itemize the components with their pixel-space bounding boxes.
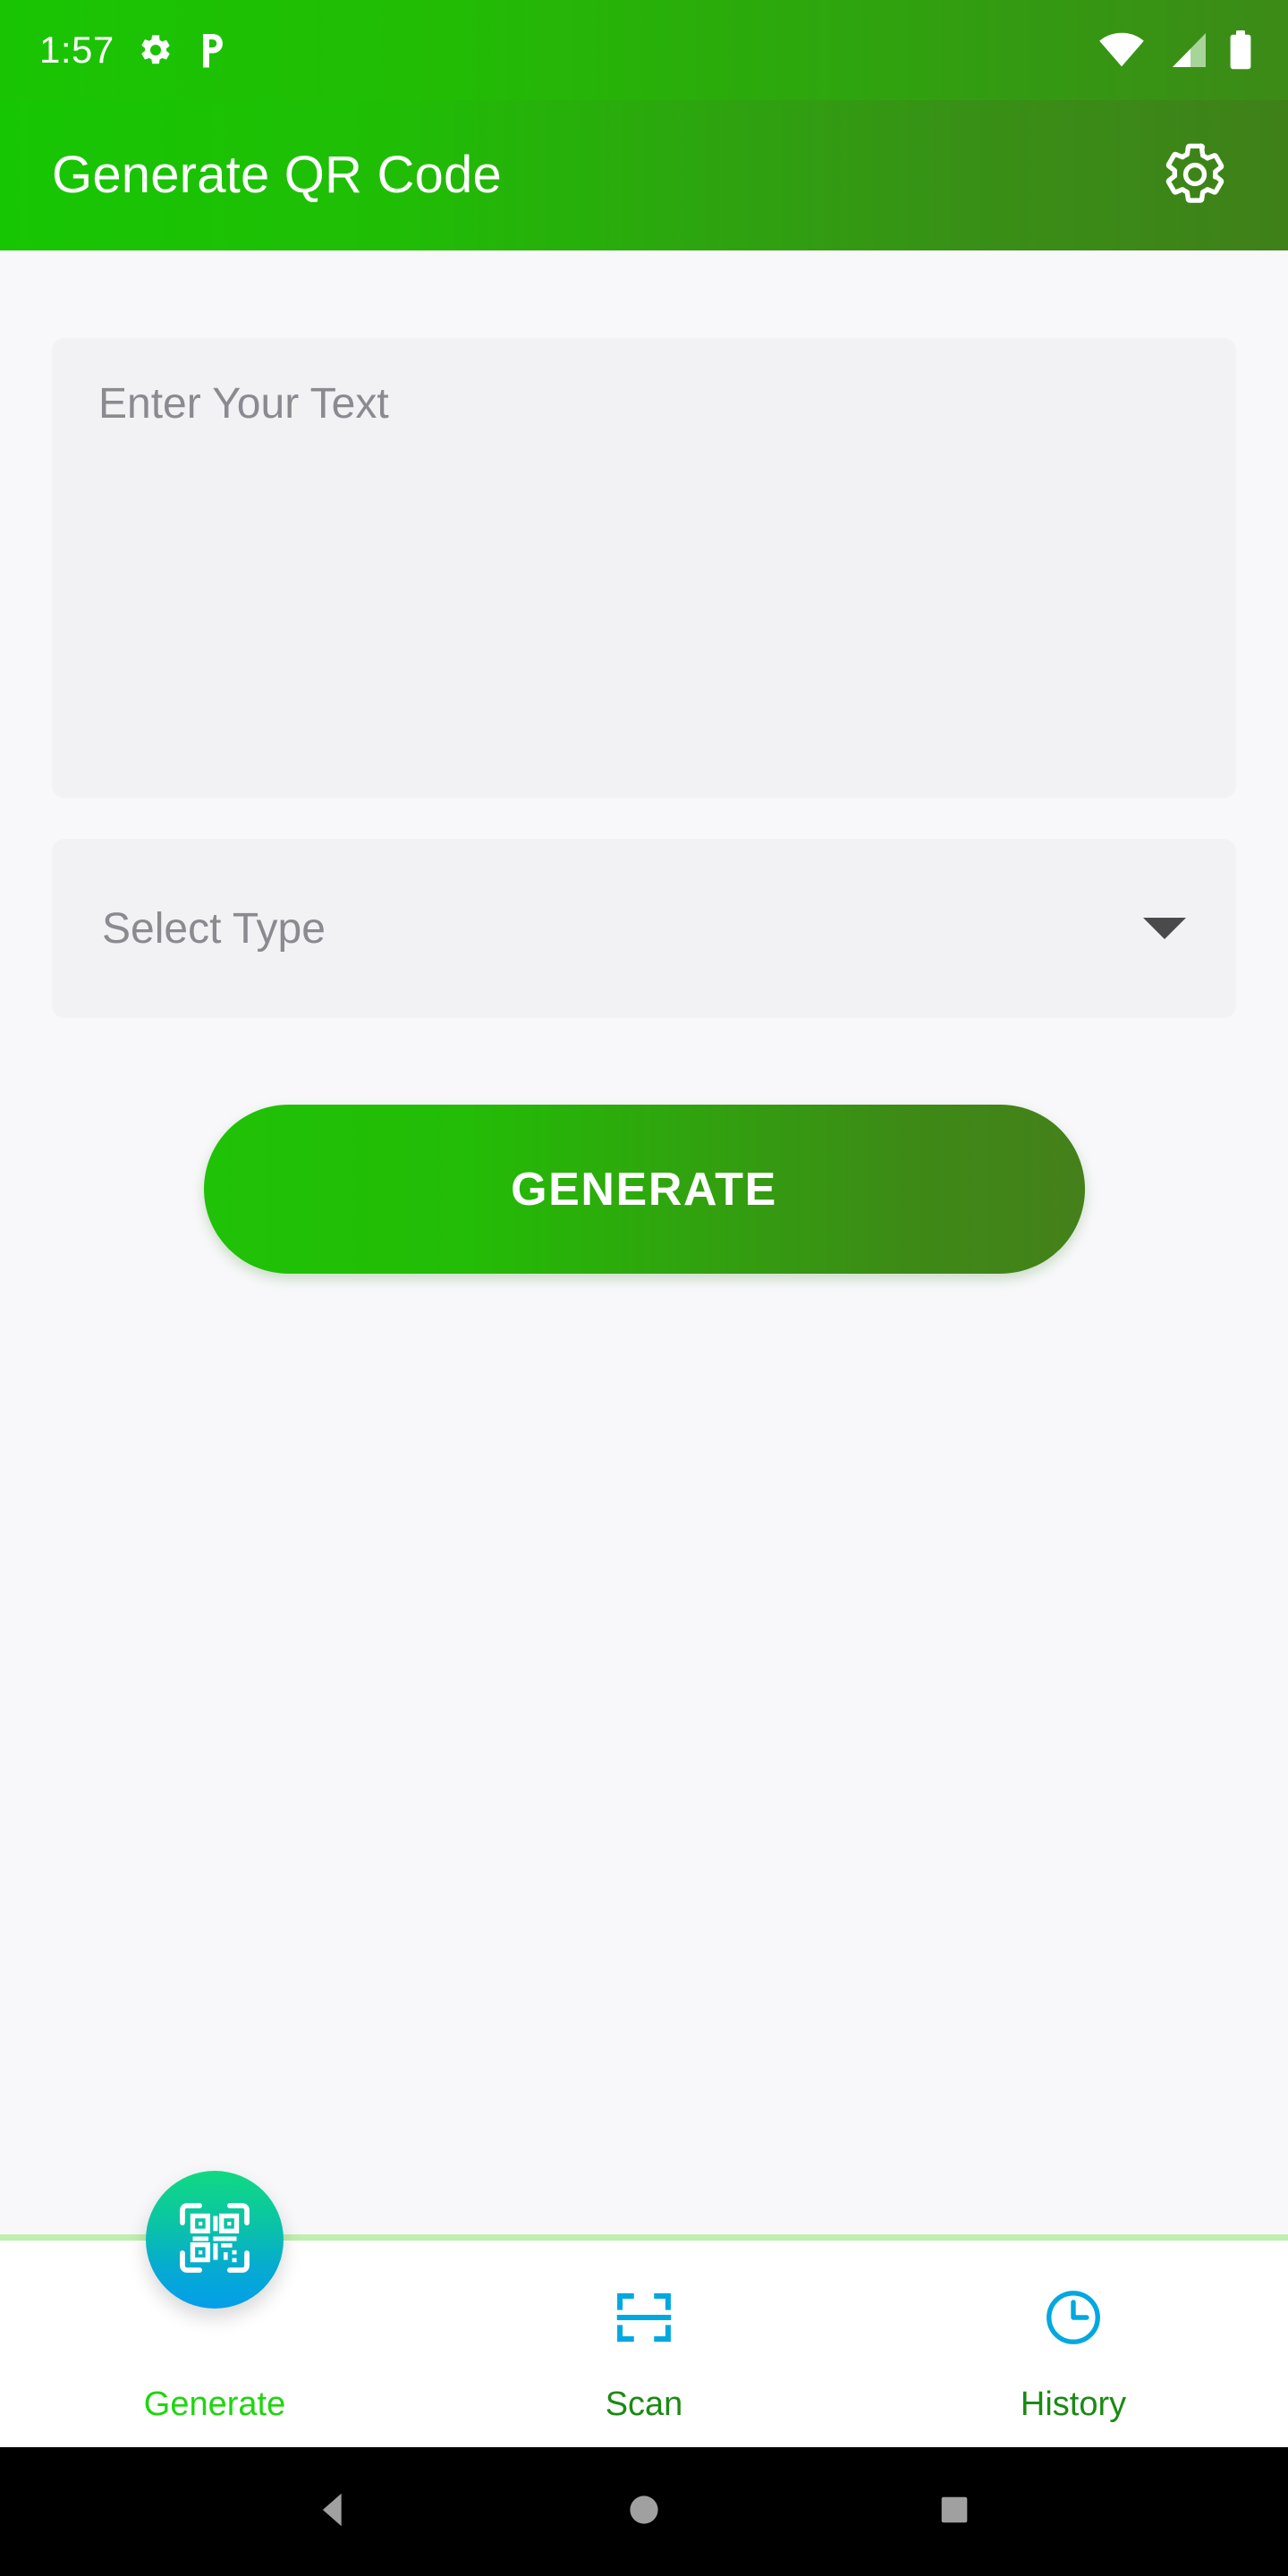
android-recents-button[interactable] (901, 2458, 1008, 2565)
settings-gear-notification-icon (138, 32, 174, 68)
status-bar-left: 1:57 (39, 31, 231, 69)
nav-history-icon-slot (1039, 2278, 1107, 2360)
wifi-icon (1098, 32, 1145, 68)
nav-item-generate[interactable]: Generate (0, 2171, 429, 2447)
app-bar-actions (1154, 134, 1256, 216)
android-back-button[interactable] (280, 2458, 387, 2565)
settings-button[interactable] (1154, 134, 1236, 216)
type-select-dropdown[interactable]: Select Type (52, 839, 1236, 1018)
home-circle-icon (621, 2487, 667, 2538)
status-bar-clock: 1:57 (39, 29, 114, 71)
generate-button[interactable]: GENERATE (203, 1105, 1085, 1274)
text-input-placeholder: Enter Your Text (98, 380, 389, 428)
cellular-signal-icon (1166, 32, 1208, 68)
nav-label-history: History (1020, 2385, 1127, 2423)
page-title: Generate QR Code (52, 146, 502, 204)
nav-item-history[interactable]: History (859, 2241, 1288, 2447)
nav-item-scan[interactable]: Scan (429, 2241, 859, 2447)
app-screen: 1:57 Generate QR Code Enter Your Text Se… (0, 0, 1288, 2576)
nav-label-generate: Generate (143, 2385, 286, 2423)
status-bar: 1:57 (0, 0, 1288, 100)
type-select-label: Select Type (102, 904, 326, 953)
generate-active-badge (146, 2171, 284, 2309)
android-home-button[interactable] (590, 2458, 698, 2565)
clock-icon (1039, 2284, 1107, 2356)
chevron-down-icon (1143, 918, 1186, 939)
battery-icon (1229, 30, 1252, 70)
app-bar: Generate QR Code (0, 100, 1288, 250)
back-triangle-icon (310, 2487, 357, 2538)
android-navigation-bar (0, 2447, 1288, 2576)
generate-button-row: GENERATE (52, 1105, 1236, 1274)
status-bar-right (1098, 30, 1252, 70)
scan-frame-icon (610, 2284, 678, 2356)
bottom-navigation-bar: Generate Scan History (0, 2171, 1288, 2447)
gear-icon (1161, 140, 1229, 211)
p-app-notification-icon (197, 31, 231, 69)
nav-label-scan: Scan (605, 2385, 683, 2423)
recents-square-icon (931, 2487, 978, 2538)
main-content: Enter Your Text Select Type GENERATE (0, 250, 1288, 2234)
text-input-field[interactable]: Enter Your Text (52, 338, 1236, 798)
nav-scan-icon-slot (610, 2278, 678, 2360)
qr-code-icon (174, 2197, 256, 2284)
